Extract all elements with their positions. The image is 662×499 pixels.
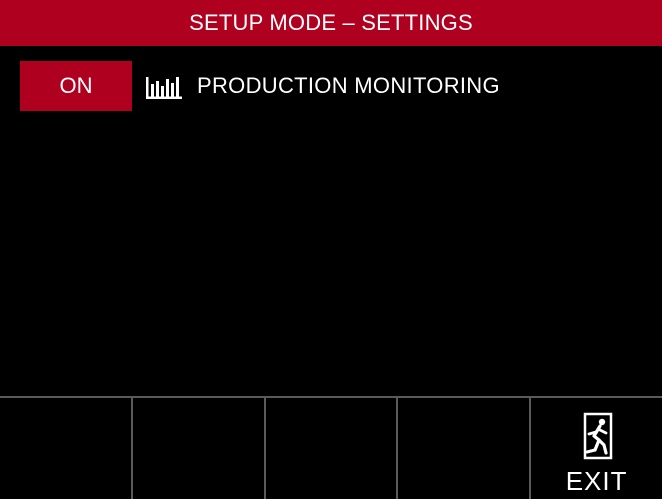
production-monitoring-toggle[interactable]: ON	[20, 61, 132, 111]
production-monitoring-label: PRODUCTION MONITORING	[197, 73, 500, 98]
toggle-value: ON	[59, 73, 93, 98]
softkey-bar: EXIT	[0, 396, 662, 499]
softkey-4[interactable]	[396, 398, 529, 499]
exit-button[interactable]: EXIT	[529, 398, 662, 499]
softkey-1[interactable]	[0, 398, 131, 499]
bar-chart-icon	[146, 72, 182, 100]
exit-label: EXIT	[565, 466, 628, 496]
setting-row-production-monitoring: ON PRODUCTION MONITORING	[20, 61, 500, 111]
softkey-3[interactable]	[263, 398, 397, 499]
emergency-exit-icon	[573, 412, 621, 462]
page-title: SETUP MODE – SETTINGS	[0, 0, 662, 46]
softkey-2[interactable]	[130, 398, 264, 499]
page-title-text: SETUP MODE – SETTINGS	[189, 10, 473, 35]
